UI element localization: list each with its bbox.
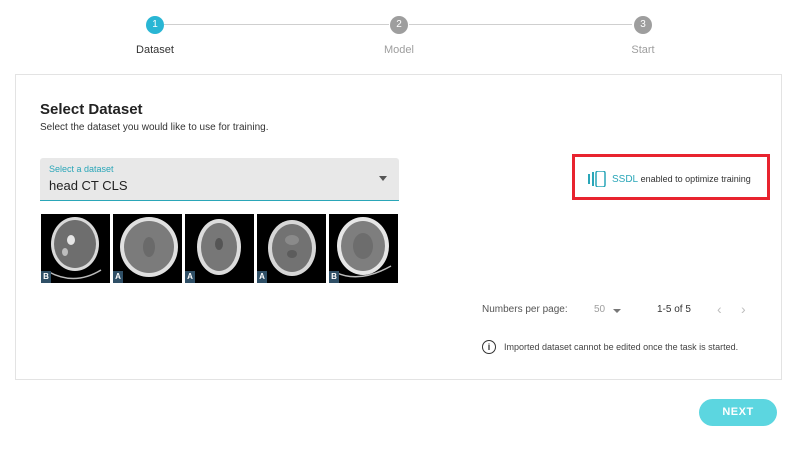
thumbnail-badge: B — [329, 271, 339, 283]
ct-thumbnail[interactable]: A — [113, 214, 182, 283]
ct-thumbnail[interactable]: B — [41, 214, 110, 283]
page-range: 1-5 of 5 — [657, 304, 691, 315]
stepper-connector — [164, 24, 389, 25]
chevron-right-icon[interactable]: › — [741, 301, 746, 317]
step-1-indicator[interactable]: 1 — [146, 16, 164, 34]
info-icon: i — [482, 340, 496, 354]
step-2-label: Model — [384, 44, 414, 56]
dataset-preview-thumbnails: B A A A B — [41, 214, 401, 284]
step-2-indicator: 2 — [390, 16, 408, 34]
ct-thumbnail[interactable]: A — [257, 214, 326, 283]
step-3-indicator: 3 — [634, 16, 652, 34]
thumbnail-badge: A — [113, 271, 123, 283]
dataset-select-value[interactable]: head CT CLS — [49, 178, 128, 193]
thumbnail-badge: B — [41, 271, 51, 283]
dataset-select-label: Select a dataset — [49, 164, 114, 174]
ssdl-highlight: SSDL enabled to optimize training — [572, 154, 770, 200]
ct-thumbnail[interactable]: B — [329, 214, 398, 283]
ssdl-description: enabled to optimize training — [640, 174, 751, 184]
per-page-select[interactable]: 50 — [594, 304, 605, 315]
ssdl-link[interactable]: SSDL — [612, 174, 638, 185]
thumbnail-badge: A — [185, 271, 195, 283]
step-3-label: Start — [631, 44, 655, 56]
per-page-label: Numbers per page: — [482, 304, 568, 315]
chevron-left-icon[interactable]: ‹ — [717, 301, 722, 317]
thumbnail-badge: A — [257, 271, 267, 283]
page-title: Select Dataset — [40, 101, 143, 118]
info-message: Imported dataset cannot be edited once t… — [504, 342, 739, 352]
caret-down-icon[interactable] — [379, 176, 387, 181]
ssdl-status: SSDL enabled to optimize training — [612, 174, 751, 185]
stepper-connector — [409, 24, 632, 25]
select-dataset-card: Select Dataset Select the dataset you wo… — [15, 74, 782, 380]
step-1-label[interactable]: Dataset — [115, 44, 195, 56]
page-subtitle: Select the dataset you would like to use… — [40, 122, 269, 133]
caret-down-icon[interactable] — [613, 309, 621, 313]
ssdl-icon — [588, 170, 606, 192]
stepper: 1 Dataset 2 Model 3 Start — [0, 0, 794, 70]
ct-thumbnail[interactable]: A — [185, 214, 254, 283]
dataset-select[interactable]: Select a dataset head CT CLS — [40, 158, 399, 201]
next-button[interactable]: NEXT — [699, 399, 777, 426]
